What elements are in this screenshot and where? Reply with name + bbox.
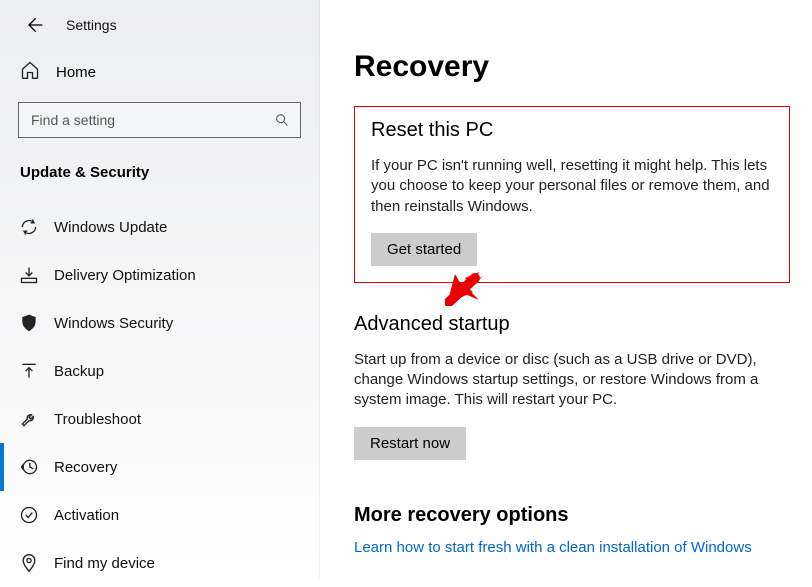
nav-label: Backup	[54, 363, 104, 380]
back-arrow-icon	[24, 15, 44, 35]
wrench-icon	[18, 408, 40, 430]
get-started-button[interactable]: Get started	[371, 233, 477, 266]
restart-now-button[interactable]: Restart now	[354, 427, 466, 460]
nav-label: Windows Security	[54, 315, 173, 332]
search-input[interactable]	[29, 111, 274, 129]
sidebar-item-recovery[interactable]: Recovery	[0, 443, 319, 491]
annotation-arrow-icon	[445, 266, 485, 306]
home-icon	[20, 60, 40, 85]
nav-label: Troubleshoot	[54, 411, 141, 428]
search-box[interactable]	[18, 102, 301, 138]
nav-label: Recovery	[54, 459, 117, 476]
advanced-startup-section: Advanced startup Start up from a device …	[354, 313, 790, 480]
more-heading: More recovery options	[354, 504, 786, 527]
reset-this-pc-section: Reset this PC If your PC isn't running w…	[354, 106, 790, 283]
back-button[interactable]	[14, 5, 54, 45]
location-icon	[18, 552, 40, 574]
advanced-description: Start up from a device or disc (such as …	[354, 350, 774, 411]
sidebar-item-windows-security[interactable]: Windows Security	[0, 299, 319, 347]
more-recovery-section: More recovery options Learn how to start…	[354, 504, 790, 577]
sync-icon	[18, 216, 40, 238]
reset-description: If your PC isn't running well, resetting…	[371, 156, 773, 217]
titlebar: Settings	[0, 0, 319, 50]
sidebar-item-activation[interactable]: Activation	[0, 491, 319, 539]
nav-label: Find my device	[54, 555, 155, 572]
sidebar-item-delivery-optimization[interactable]: Delivery Optimization	[0, 251, 319, 299]
search-icon	[274, 112, 290, 128]
recovery-icon	[18, 456, 40, 478]
advanced-heading: Advanced startup	[354, 313, 786, 336]
sidebar: Settings Home Update & Security Windows …	[0, 0, 320, 580]
sidebar-item-troubleshoot[interactable]: Troubleshoot	[0, 395, 319, 443]
sidebar-item-windows-update[interactable]: Windows Update	[0, 203, 319, 251]
shield-icon	[18, 312, 40, 334]
sidebar-section-head: Update & Security	[0, 138, 319, 197]
fresh-install-link[interactable]: Learn how to start fresh with a clean in…	[354, 539, 752, 556]
page-title: Recovery	[354, 50, 790, 84]
sidebar-home[interactable]: Home	[0, 52, 319, 92]
nav-label: Delivery Optimization	[54, 267, 196, 284]
home-label: Home	[56, 64, 96, 81]
sidebar-item-backup[interactable]: Backup	[0, 347, 319, 395]
app-title: Settings	[66, 17, 117, 33]
nav-label: Windows Update	[54, 219, 167, 236]
backup-icon	[18, 360, 40, 382]
settings-app: Settings Home Update & Security Windows …	[0, 0, 812, 580]
nav-label: Activation	[54, 507, 119, 524]
sidebar-nav: Windows Update Delivery Optimization Win…	[0, 203, 319, 587]
main-content: Recovery Reset this PC If your PC isn't …	[320, 0, 812, 580]
reset-heading: Reset this PC	[371, 119, 773, 142]
download-icon	[18, 264, 40, 286]
activation-icon	[18, 504, 40, 526]
